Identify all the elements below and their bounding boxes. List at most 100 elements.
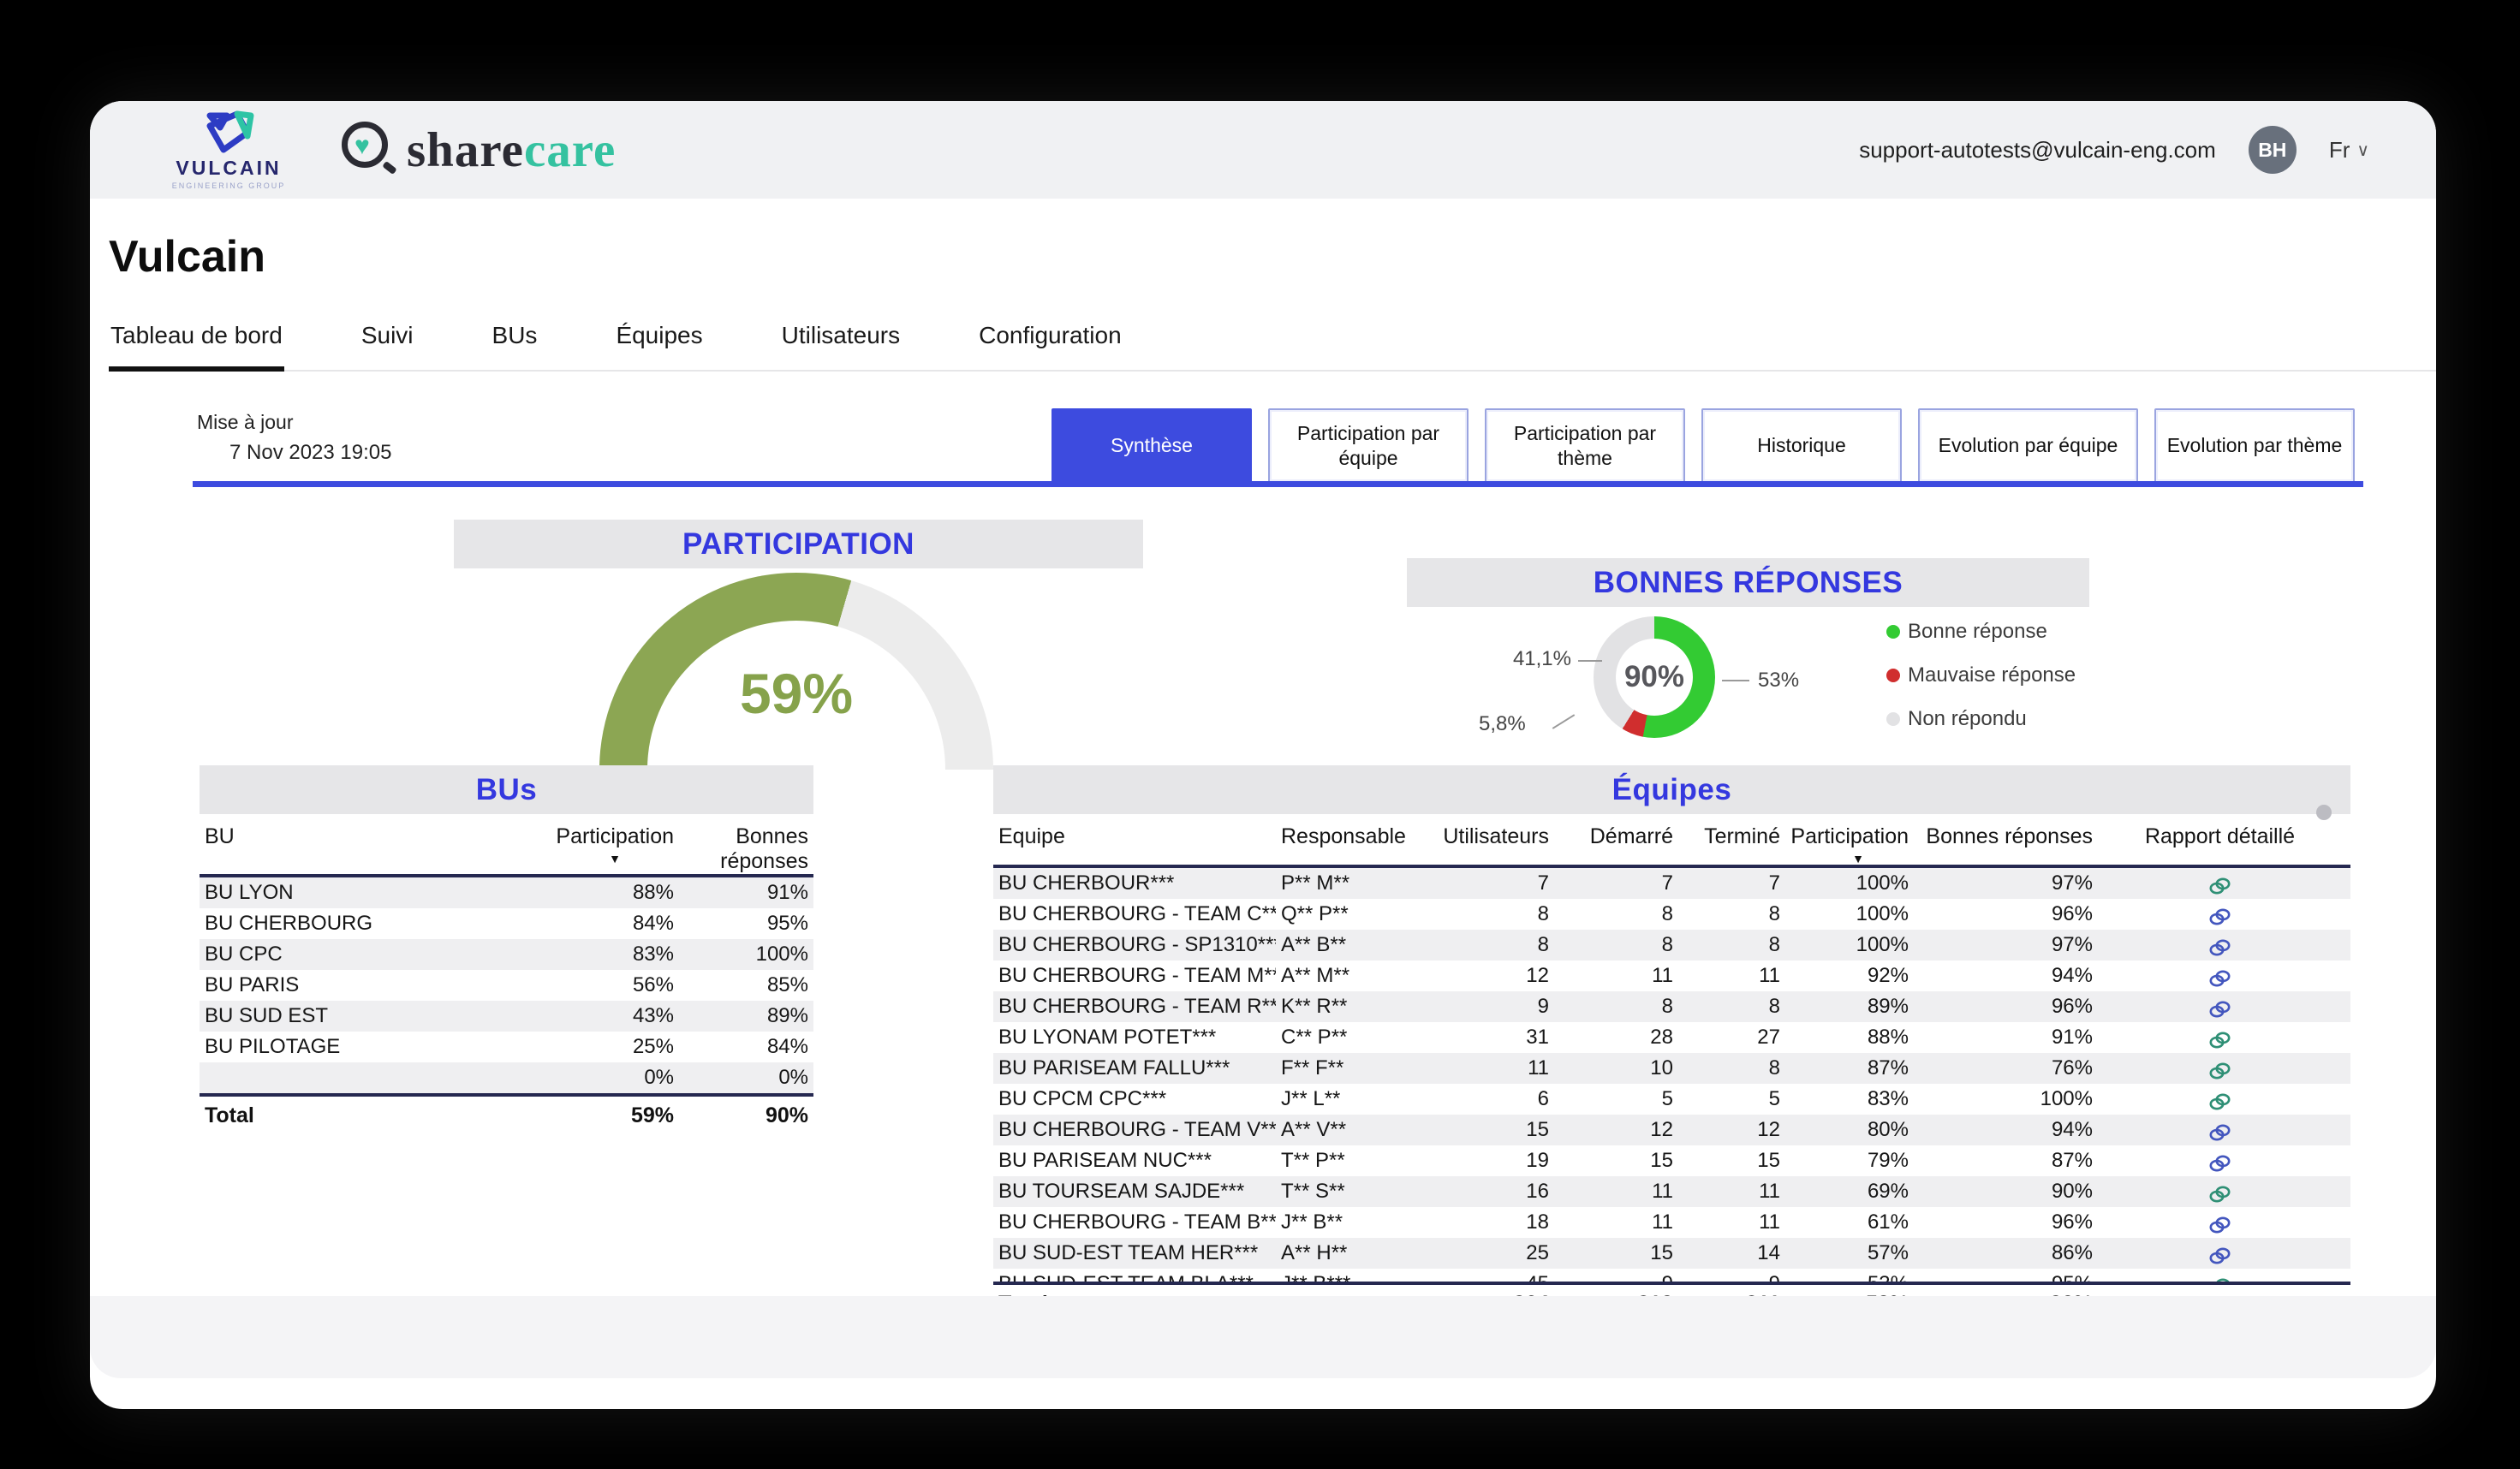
table-row: BU LYON 88% 91% [200,877,813,908]
donut-label-mauvaise-reponse: 5,8% [1479,712,1526,736]
report-link-icon[interactable] [2208,1092,2231,1111]
report-link-icon[interactable] [2208,877,2231,895]
footer-strip [90,1296,2436,1378]
callout-line [1552,714,1576,729]
report-subtab[interactable]: Participation par équipe [1268,408,1469,483]
avatar[interactable]: BH [2249,126,2297,174]
table-row: BU SUD EST 43% 89% [200,1001,813,1032]
donut-center-value: 90% [1624,660,1684,694]
header-right: support-autotests@vulcain-eng.com BH Fr … [1859,126,2369,174]
table-row: BU CHERBOURG - TEAM R*** K** R** 9 8 8 8… [993,991,2350,1022]
language-dropdown[interactable]: Fr ∨ [2329,137,2369,164]
table-row: BU PILOTAGE 25% 84% [200,1032,813,1062]
report-link-icon[interactable] [2208,1185,2231,1204]
table-row: 0% 0% [200,1062,813,1093]
nav-tab[interactable]: Tableau de bord [109,322,284,372]
column-header-demarre[interactable]: Démarré [1554,824,1678,849]
chevron-down-icon: ∨ [2356,140,2369,161]
column-header-utilisateurs[interactable]: Utilisateurs [1421,824,1554,849]
report-subtab[interactable]: Evolution par thème [2154,408,2355,483]
column-header-responsable[interactable]: Responsable [1276,824,1421,849]
scrollbar-thumb[interactable] [2316,805,2332,820]
report-subtab[interactable]: Participation par thème [1485,408,1685,483]
equipes-banner: Équipes [993,765,2350,814]
sort-desc-icon: ▼ [1852,853,1864,865]
table-row: BU SUD-EST TEAM BLA*** J** B*** 45 9 9 5… [993,1269,2350,1282]
user-email: support-autotests@vulcain-eng.com [1859,137,2216,164]
equipes-table: Equipe Responsable Utilisateurs Démarré … [993,814,2350,1319]
vulcain-subtitle: ENGINEERING GROUP [172,181,286,190]
nav-tab[interactable]: Utilisateurs [780,322,902,370]
callout-line [1578,660,1602,662]
update-label: Mise à jour [197,411,391,434]
column-header-bonnes-reponses[interactable]: Bonnes réponses [1914,824,2098,849]
report-link-icon[interactable] [2208,938,2231,957]
report-link-icon[interactable] [2208,907,2231,926]
bonnes-reponses-banner: BONNES RÉPONSES [1407,558,2089,607]
legend-item: Bonne réponse [1886,620,2076,644]
screenshot-stage: VULCAIN ENGINEERING GROUP ♥ sharecare su… [0,0,2520,1469]
table-row: BU CHERBOURG - TEAM B*** J** B** 18 11 1… [993,1207,2350,1238]
report-subtab[interactable]: Historique [1701,408,1902,483]
table-row: BU SUD-EST TEAM HER*** A** H** 25 15 14 … [993,1238,2350,1269]
donut-label-bonne-reponse: 53% [1758,669,1799,693]
equipes-table-header: Equipe Responsable Utilisateurs Démarré … [993,814,2350,868]
nav-tab[interactable]: Équipes [614,322,704,370]
app-window: VULCAIN ENGINEERING GROUP ♥ sharecare su… [90,101,2436,1409]
equipes-title: Équipes [1612,773,1732,807]
column-header-termine[interactable]: Terminé [1678,824,1785,849]
report-subtabs: Synthèse Participation par équipe Partic… [1051,408,2355,483]
nav-tab[interactable]: BUs [491,322,539,370]
report-link-icon[interactable] [2208,1062,2231,1080]
equipes-table-rows: BU CHERBOUR*** P** M** 7 7 7 100% 97% [993,868,2350,1282]
bonnes-reponses-title: BONNES RÉPONSES [1594,566,1903,600]
bus-table-rows: BU LYON 88% 91% BU CHERBOURG 84% 95% BU … [200,877,813,1093]
column-header-participation[interactable]: Participation ▼ [1785,824,1914,865]
table-row: BU CPC 83% 100% [200,939,813,970]
report-link-icon[interactable] [2208,1000,2231,1019]
report-link-icon[interactable] [2208,969,2231,988]
nav-tab[interactable]: Suivi [360,322,415,370]
column-header-equipe[interactable]: Equipe [993,824,1276,849]
sharecare-heart-magnifier-icon: ♥ [342,122,398,178]
vulcain-logo: VULCAIN ENGINEERING GROUP [160,110,297,190]
report-link-icon[interactable] [2208,1123,2231,1142]
report-subtab[interactable]: Evolution par équipe [1918,408,2138,483]
nav-tabs: Tableau de bord Suivi BUs Équipes Utilis… [109,322,2436,372]
column-header-bonnes-reponses[interactable]: Bonnes réponses [679,824,813,874]
legend-dot [1886,625,1900,639]
update-info: Mise à jour 7 Nov 2023 19:05 [197,411,391,465]
bus-table-header: BU Participation ▼ Bonnes réponses [200,814,813,877]
report-link-icon[interactable] [2208,1246,2231,1265]
sort-desc-icon: ▼ [609,853,621,865]
legend-dot [1886,669,1900,682]
legend-item: Non répondu [1886,707,2076,731]
table-row: BU CPCM CPC*** J** L** 6 5 5 83% 100% [993,1084,2350,1115]
vulcain-logo-icon [198,110,259,155]
donut-legend: Bonne réponse Mauvaise réponse Non répon… [1886,620,2076,731]
column-header-rapport-detaille[interactable]: Rapport détaillé [2098,824,2342,849]
report-link-icon[interactable] [2208,1216,2231,1234]
table-row: BU CHERBOURG - TEAM V*** A** V** 15 12 1… [993,1115,2350,1145]
column-header-participation[interactable]: Participation ▼ [542,824,679,865]
donut-label-non-repondu: 41,1% [1460,647,1571,671]
report-link-icon[interactable] [2208,1154,2231,1173]
table-row: BU TOURSEAM SAJDE*** T** S** 16 11 11 69… [993,1176,2350,1207]
table-row: BU PARIS 56% 85% [200,970,813,1001]
table-row: BU CHERBOURG - TEAM M*** A** M** 12 11 1… [993,960,2350,991]
bus-banner: BUs [200,765,813,814]
report-subtab[interactable]: Synthèse [1051,408,1252,483]
bus-title: BUs [476,773,538,807]
report-link-icon[interactable] [2208,1031,2231,1050]
nav-tab[interactable]: Configuration [977,322,1123,370]
bus-table: BU Participation ▼ Bonnes réponses BU LY… [200,814,813,1131]
callout-line [1722,680,1749,681]
bus-total-row: Total 59% 90% [200,1093,813,1131]
sharecare-wordmark: sharecare [407,122,616,178]
table-row: BU LYONAM POTET*** C** P** 31 28 27 88% … [993,1022,2350,1053]
participation-title: PARTICIPATION [682,527,914,562]
report-link-icon[interactable] [2208,1277,2231,1282]
column-header-bu[interactable]: BU [200,824,542,849]
gauge-value: 59% [599,661,993,726]
table-row: BU CHERBOUR*** P** M** 7 7 7 100% 97% [993,868,2350,899]
